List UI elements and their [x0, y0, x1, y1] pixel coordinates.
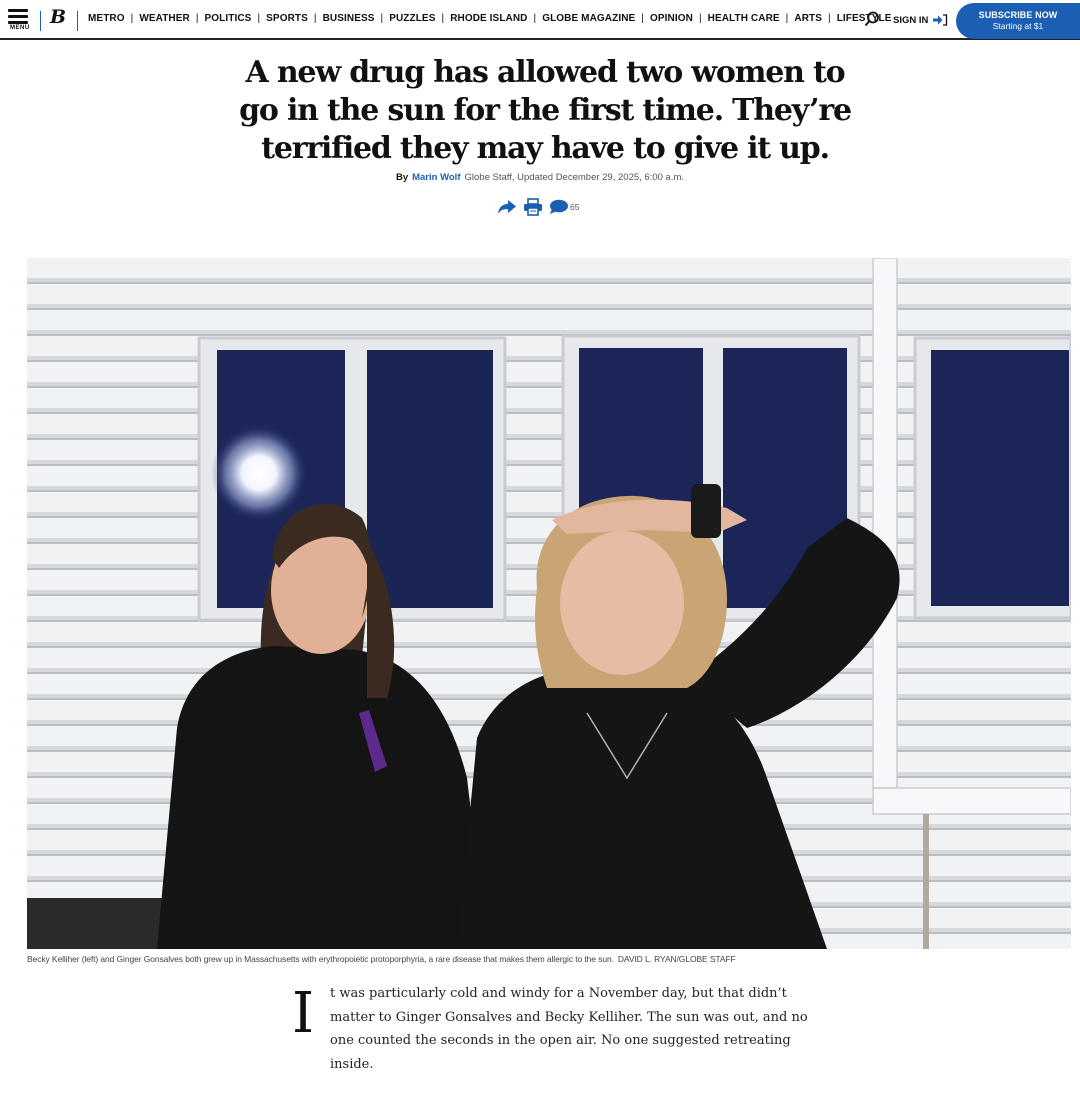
author-link[interactable]: Marin Wolf	[412, 172, 460, 183]
subscribe-price: Starting at $1	[992, 21, 1044, 31]
sign-in-icon	[933, 14, 948, 26]
nav-item-rhode-island[interactable]: RHODE ISLAND	[450, 13, 527, 24]
article-headline: A new drug has allowed two women to go i…	[239, 55, 852, 166]
nav-item-health-care[interactable]: HEALTH CARE	[708, 13, 780, 24]
nav-item-business[interactable]: BUSINESS	[323, 13, 375, 24]
section-nav: METRO | WEATHER | POLITICS | SPORTS | BUSINESS | P…	[88, 13, 892, 24]
lead-photo[interactable]	[27, 258, 1071, 949]
photo-credit: DAVID L. RYAN/GLOBE STAFF	[617, 954, 736, 964]
nav-separator: |	[641, 13, 644, 24]
hamburger-icon	[8, 9, 32, 24]
top-nav-bar: MENU B METRO | WEATHER | POLITICS | SPORTS | BUS…	[0, 0, 1080, 40]
byline-by: By	[395, 172, 409, 183]
nav-separator: |	[257, 13, 261, 24]
subscribe-button[interactable]: SUBSCRIBE NOW Starting at $1	[956, 3, 1080, 39]
nav-item-puzzles[interactable]: PUZZLES	[389, 13, 435, 24]
nav-item-globe-magazine[interactable]: GLOBE MAGAZINE	[542, 13, 635, 24]
caption-text: Becky Kelliher (left) and Ginger Gonsalv…	[27, 954, 614, 964]
nav-divider	[77, 11, 78, 31]
nav-divider	[40, 11, 41, 31]
nav-separator: |	[441, 13, 445, 24]
drop-cap: I	[292, 981, 315, 1046]
nav-item-politics[interactable]: POLITICS	[205, 13, 252, 24]
print-button[interactable]	[523, 198, 543, 216]
share-button[interactable]	[497, 199, 517, 215]
nav-item-opinion[interactable]: OPINION	[650, 13, 693, 24]
nav-separator: |	[698, 13, 702, 24]
sign-in-link[interactable]: SIGN IN	[893, 14, 948, 26]
photo-caption: Becky Kelliher (left) and Ginger Gonsalv…	[27, 954, 1071, 964]
nav-item-arts[interactable]: ARTS	[794, 13, 822, 24]
article-paragraph: t was particularly cold and windy for a …	[330, 986, 808, 1072]
nav-separator: |	[130, 13, 134, 24]
nav-item-metro[interactable]: METRO	[88, 13, 125, 24]
nav-separator: |	[380, 13, 384, 24]
print-icon	[524, 198, 542, 216]
comment-icon	[550, 199, 568, 214]
menu-label: MENU	[10, 25, 30, 31]
comments-button[interactable]: 65	[549, 199, 579, 215]
byline: By Marin Wolf Globe Staff, Updated Decembe…	[0, 172, 1080, 183]
comment-count: 65	[570, 202, 580, 212]
byline-meta: Globe Staff, Updated December 29, 2025, …	[464, 172, 685, 183]
nav-separator: |	[533, 13, 537, 24]
search-icon[interactable]	[864, 11, 880, 27]
nav-item-weather[interactable]: WEATHER	[139, 13, 190, 24]
nav-separator: |	[313, 13, 317, 24]
subscribe-label: SUBSCRIBE NOW	[978, 10, 1058, 20]
nav-separator: |	[195, 13, 199, 24]
nav-separator: |	[828, 13, 831, 24]
sign-in-label: SIGN IN	[893, 14, 929, 26]
nav-separator: |	[785, 13, 789, 24]
globe-logo[interactable]: B	[50, 6, 66, 28]
nav-item-sports[interactable]: SPORTS	[266, 13, 308, 24]
article-tools: 65	[497, 196, 579, 218]
photo-illustration	[27, 258, 1071, 949]
menu-button[interactable]: MENU	[8, 9, 32, 35]
share-icon	[498, 200, 516, 214]
